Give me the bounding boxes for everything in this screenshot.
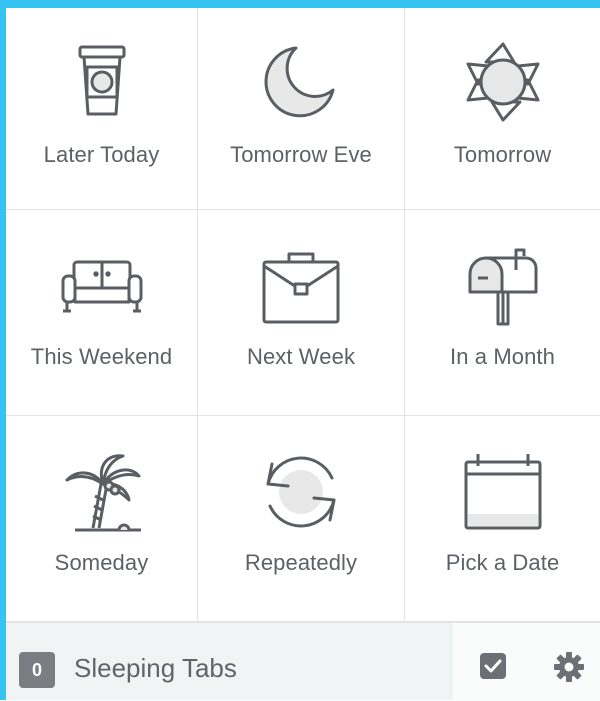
- sleeping-tabs-count-badge[interactable]: 0: [19, 652, 55, 688]
- option-label: Later Today: [43, 142, 160, 167]
- option-label: This Weekend: [30, 344, 173, 369]
- option-in-a-month[interactable]: In a Month: [405, 210, 600, 416]
- option-pick-a-date[interactable]: Pick a Date: [405, 416, 600, 622]
- option-label: Repeatedly: [244, 550, 358, 575]
- gear-icon[interactable]: [553, 651, 585, 683]
- coffee-cup-icon: [57, 42, 147, 132]
- option-tomorrow[interactable]: Tomorrow: [405, 8, 600, 210]
- option-tomorrow-eve[interactable]: Tomorrow Eve: [198, 8, 405, 210]
- snooze-options-grid: Later Today Tomorrow Eve Tomorrow This W…: [6, 8, 600, 622]
- footer-bar: 0 Sleeping Tabs: [6, 622, 600, 701]
- option-this-weekend[interactable]: This Weekend: [6, 210, 198, 416]
- option-someday[interactable]: Someday: [6, 416, 198, 622]
- repeat-icon: [256, 450, 346, 540]
- sun-icon: [458, 42, 548, 132]
- option-label: Someday: [54, 550, 149, 575]
- option-label: Pick a Date: [445, 550, 560, 575]
- footer-actions: [453, 623, 600, 701]
- option-label: In a Month: [450, 344, 555, 369]
- checkbox-icon[interactable]: [480, 653, 506, 679]
- mailbox-icon: [458, 244, 548, 334]
- option-label: Next Week: [246, 344, 356, 369]
- option-repeatedly[interactable]: Repeatedly: [198, 416, 405, 622]
- option-label: Tomorrow Eve: [230, 142, 372, 167]
- briefcase-icon: [256, 244, 346, 334]
- option-next-week[interactable]: Next Week: [198, 210, 405, 416]
- option-later-today[interactable]: Later Today: [6, 8, 198, 210]
- sleeping-tabs-link[interactable]: Sleeping Tabs: [74, 653, 237, 684]
- palm-tree-icon: [57, 450, 147, 540]
- option-label: Tomorrow: [453, 142, 552, 167]
- sofa-icon: [57, 244, 147, 334]
- moon-icon: [256, 42, 346, 132]
- calendar-icon: [458, 450, 548, 540]
- snooze-popup: Later Today Tomorrow Eve Tomorrow This W…: [0, 0, 600, 701]
